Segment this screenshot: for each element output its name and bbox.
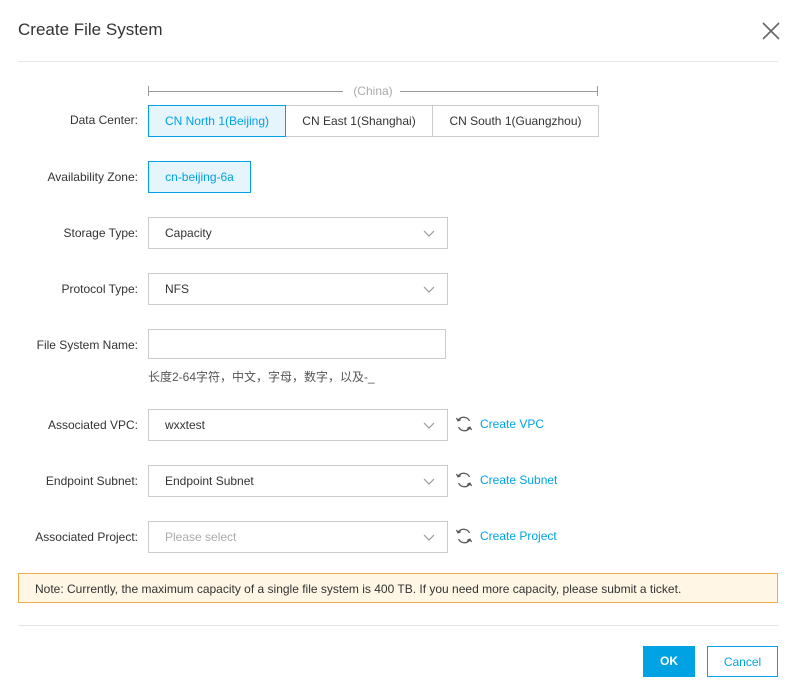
associated-vpc-select[interactable]: wxxtest xyxy=(148,409,448,441)
data-center-option-beijing[interactable]: CN North 1(Beijing) xyxy=(148,105,286,137)
create-vpc-link[interactable]: Create VPC xyxy=(480,417,544,431)
file-system-name-hint: 长度2-64字符，中文，字母，数字，以及-_ xyxy=(148,370,375,384)
refresh-icon[interactable] xyxy=(454,414,474,434)
associated-vpc-label: Associated VPC: xyxy=(47,418,138,432)
create-project-link[interactable]: Create Project xyxy=(480,529,557,543)
cancel-button[interactable]: Cancel xyxy=(707,646,778,677)
header-divider xyxy=(18,61,778,62)
endpoint-subnet-label: Endpoint Subnet: xyxy=(45,474,138,488)
associated-project-label: Associated Project: xyxy=(35,530,138,544)
create-subnet-action[interactable]: Create Subnet xyxy=(454,470,557,490)
file-system-name-label: File System Name: xyxy=(36,338,138,352)
storage-type-label: Storage Type: xyxy=(63,226,139,240)
dialog-title: Create File System xyxy=(18,20,163,39)
create-subnet-link[interactable]: Create Subnet xyxy=(480,473,557,487)
protocol-type-label: Protocol Type: xyxy=(61,282,139,296)
ok-button[interactable]: OK xyxy=(643,646,695,677)
associated-project-placeholder: Please select xyxy=(165,530,237,544)
refresh-icon[interactable] xyxy=(454,526,474,546)
associated-project-select[interactable]: Please select xyxy=(148,521,448,553)
associated-vpc-value: wxxtest xyxy=(165,418,206,432)
chevron-down-icon xyxy=(423,534,435,541)
endpoint-subnet-select[interactable]: Endpoint Subnet xyxy=(148,465,448,497)
chevron-down-icon xyxy=(423,286,435,293)
file-system-name-input[interactable] xyxy=(148,329,446,359)
endpoint-subnet-value: Endpoint Subnet xyxy=(165,474,254,488)
protocol-type-select[interactable]: NFS xyxy=(148,273,448,305)
region-group: (China) xyxy=(148,84,598,98)
availability-zone-label: Availability Zone: xyxy=(47,170,139,184)
storage-type-value: Capacity xyxy=(165,226,212,240)
protocol-type-value: NFS xyxy=(165,282,189,296)
refresh-icon[interactable] xyxy=(454,470,474,490)
capacity-note: Note: Currently, the maximum capacity of… xyxy=(18,573,778,603)
close-icon[interactable] xyxy=(760,20,782,42)
data-center-option-guangzhou[interactable]: CN South 1(Guangzhou) xyxy=(432,105,599,137)
availability-zone-option[interactable]: cn-beijing-6a xyxy=(148,161,251,193)
create-vpc-action[interactable]: Create VPC xyxy=(454,414,544,434)
create-project-action[interactable]: Create Project xyxy=(454,526,557,546)
storage-type-select[interactable]: Capacity xyxy=(148,217,448,249)
chevron-down-icon xyxy=(423,422,435,429)
data-center-selector: CN North 1(Beijing) CN East 1(Shanghai) … xyxy=(148,105,599,137)
chevron-down-icon xyxy=(423,478,435,485)
chevron-down-icon xyxy=(423,230,435,237)
data-center-option-shanghai[interactable]: CN East 1(Shanghai) xyxy=(285,105,433,137)
data-center-label: Data Center: xyxy=(69,113,138,127)
footer-divider xyxy=(18,625,778,626)
